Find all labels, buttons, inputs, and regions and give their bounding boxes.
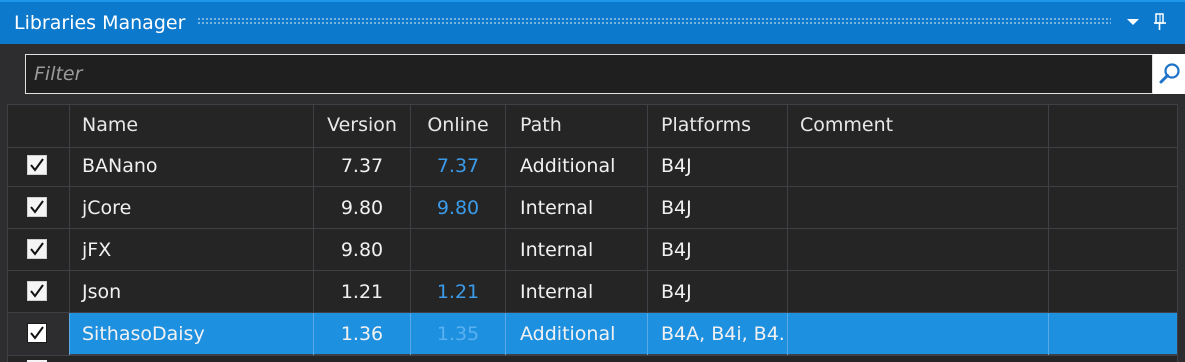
library-comment — [788, 187, 1049, 229]
row-filler — [1049, 313, 1177, 355]
libraries-table: Name Version Online Path Platforms Comme… — [7, 104, 1178, 362]
library-platforms: B4J — [648, 145, 788, 187]
row-filler — [1049, 271, 1177, 313]
library-name: jFX — [70, 229, 314, 271]
library-checkbox[interactable] — [27, 281, 47, 301]
row-check-cell — [8, 271, 70, 313]
library-name-cell: SithasoDaisy — [70, 313, 314, 355]
library-platforms: B4J — [648, 271, 788, 313]
table-row[interactable]: BANano 7.37 7.37 Additional B4J — [8, 145, 1177, 187]
row-filler — [1049, 229, 1177, 271]
library-version: 7.37 — [314, 145, 411, 187]
header-platforms[interactable]: Platforms — [648, 105, 788, 147]
header-check[interactable] — [8, 105, 70, 147]
header-name[interactable]: Name — [70, 105, 314, 147]
library-platforms: B4J — [648, 229, 788, 271]
checkmark-icon — [30, 284, 44, 298]
filter-box — [25, 54, 1153, 94]
row-check-cell — [8, 145, 70, 187]
library-name: SithasoDaisy — [82, 323, 205, 345]
header-path[interactable]: Path — [506, 105, 648, 147]
library-platforms: B4A, B4i, B4. — [648, 313, 788, 355]
library-online-version[interactable]: 1.35 — [411, 313, 506, 355]
title-bar-grip[interactable] — [197, 17, 1111, 26]
library-comment — [788, 229, 1049, 271]
header-online[interactable]: Online — [411, 105, 506, 147]
table-row[interactable]: jFX 9.80 Internal B4J — [8, 229, 1177, 271]
table-header: Name Version Online Path Platforms Comme… — [8, 105, 1177, 148]
library-path: Internal — [506, 229, 648, 271]
library-online-version[interactable]: 7.37 — [411, 145, 506, 187]
chevron-down-icon[interactable] — [1125, 14, 1141, 30]
library-path: Internal — [506, 187, 648, 229]
library-name: jCore — [70, 187, 314, 229]
library-checkbox[interactable] — [27, 239, 47, 259]
table-row-partial — [8, 355, 1177, 362]
panel-title-bar: Libraries Manager — [0, 0, 1185, 44]
library-comment — [788, 145, 1049, 187]
row-check-cell — [8, 229, 70, 271]
library-path: Additional — [506, 313, 648, 355]
library-online-version[interactable] — [411, 229, 506, 271]
table-row-selected[interactable]: SithasoDaisy 1.36 1.35 Additional B4A, B… — [8, 313, 1177, 355]
library-name: BANano — [70, 145, 314, 187]
header-version[interactable]: Version — [314, 105, 411, 147]
row-filler — [1049, 187, 1177, 229]
filter-search-button[interactable] — [1153, 54, 1185, 94]
checkmark-icon — [30, 326, 44, 340]
header-filler — [1049, 105, 1177, 147]
library-version: 9.80 — [314, 187, 411, 229]
library-online-version[interactable]: 9.80 — [411, 187, 506, 229]
library-online-version[interactable]: 1.21 — [411, 271, 506, 313]
library-checkbox[interactable] — [27, 155, 47, 175]
checkmark-icon — [30, 242, 44, 256]
library-comment — [788, 271, 1049, 313]
row-filler — [1049, 145, 1177, 187]
table-row[interactable]: Json 1.21 1.21 Internal B4J — [8, 271, 1177, 313]
header-comment[interactable]: Comment — [788, 105, 1049, 147]
panel-title: Libraries Manager — [14, 12, 186, 34]
library-version: 9.80 — [314, 229, 411, 271]
library-platforms: B4J — [648, 187, 788, 229]
library-version: 1.21 — [314, 271, 411, 313]
library-path: Additional — [506, 145, 648, 187]
search-icon — [1159, 63, 1180, 84]
library-version: 1.36 — [314, 313, 411, 355]
library-checkbox[interactable] — [27, 323, 47, 343]
table-row[interactable]: jCore 9.80 9.80 Internal B4J — [8, 187, 1177, 229]
checkmark-icon — [30, 200, 44, 214]
library-path: Internal — [506, 271, 648, 313]
filter-input[interactable] — [26, 55, 1152, 93]
pin-icon[interactable] — [1152, 12, 1168, 32]
row-check-cell — [8, 313, 70, 355]
row-check-cell — [8, 187, 70, 229]
checkmark-icon — [30, 158, 44, 172]
library-name: Json — [70, 271, 314, 313]
library-comment — [788, 313, 1049, 355]
library-checkbox[interactable] — [27, 197, 47, 217]
